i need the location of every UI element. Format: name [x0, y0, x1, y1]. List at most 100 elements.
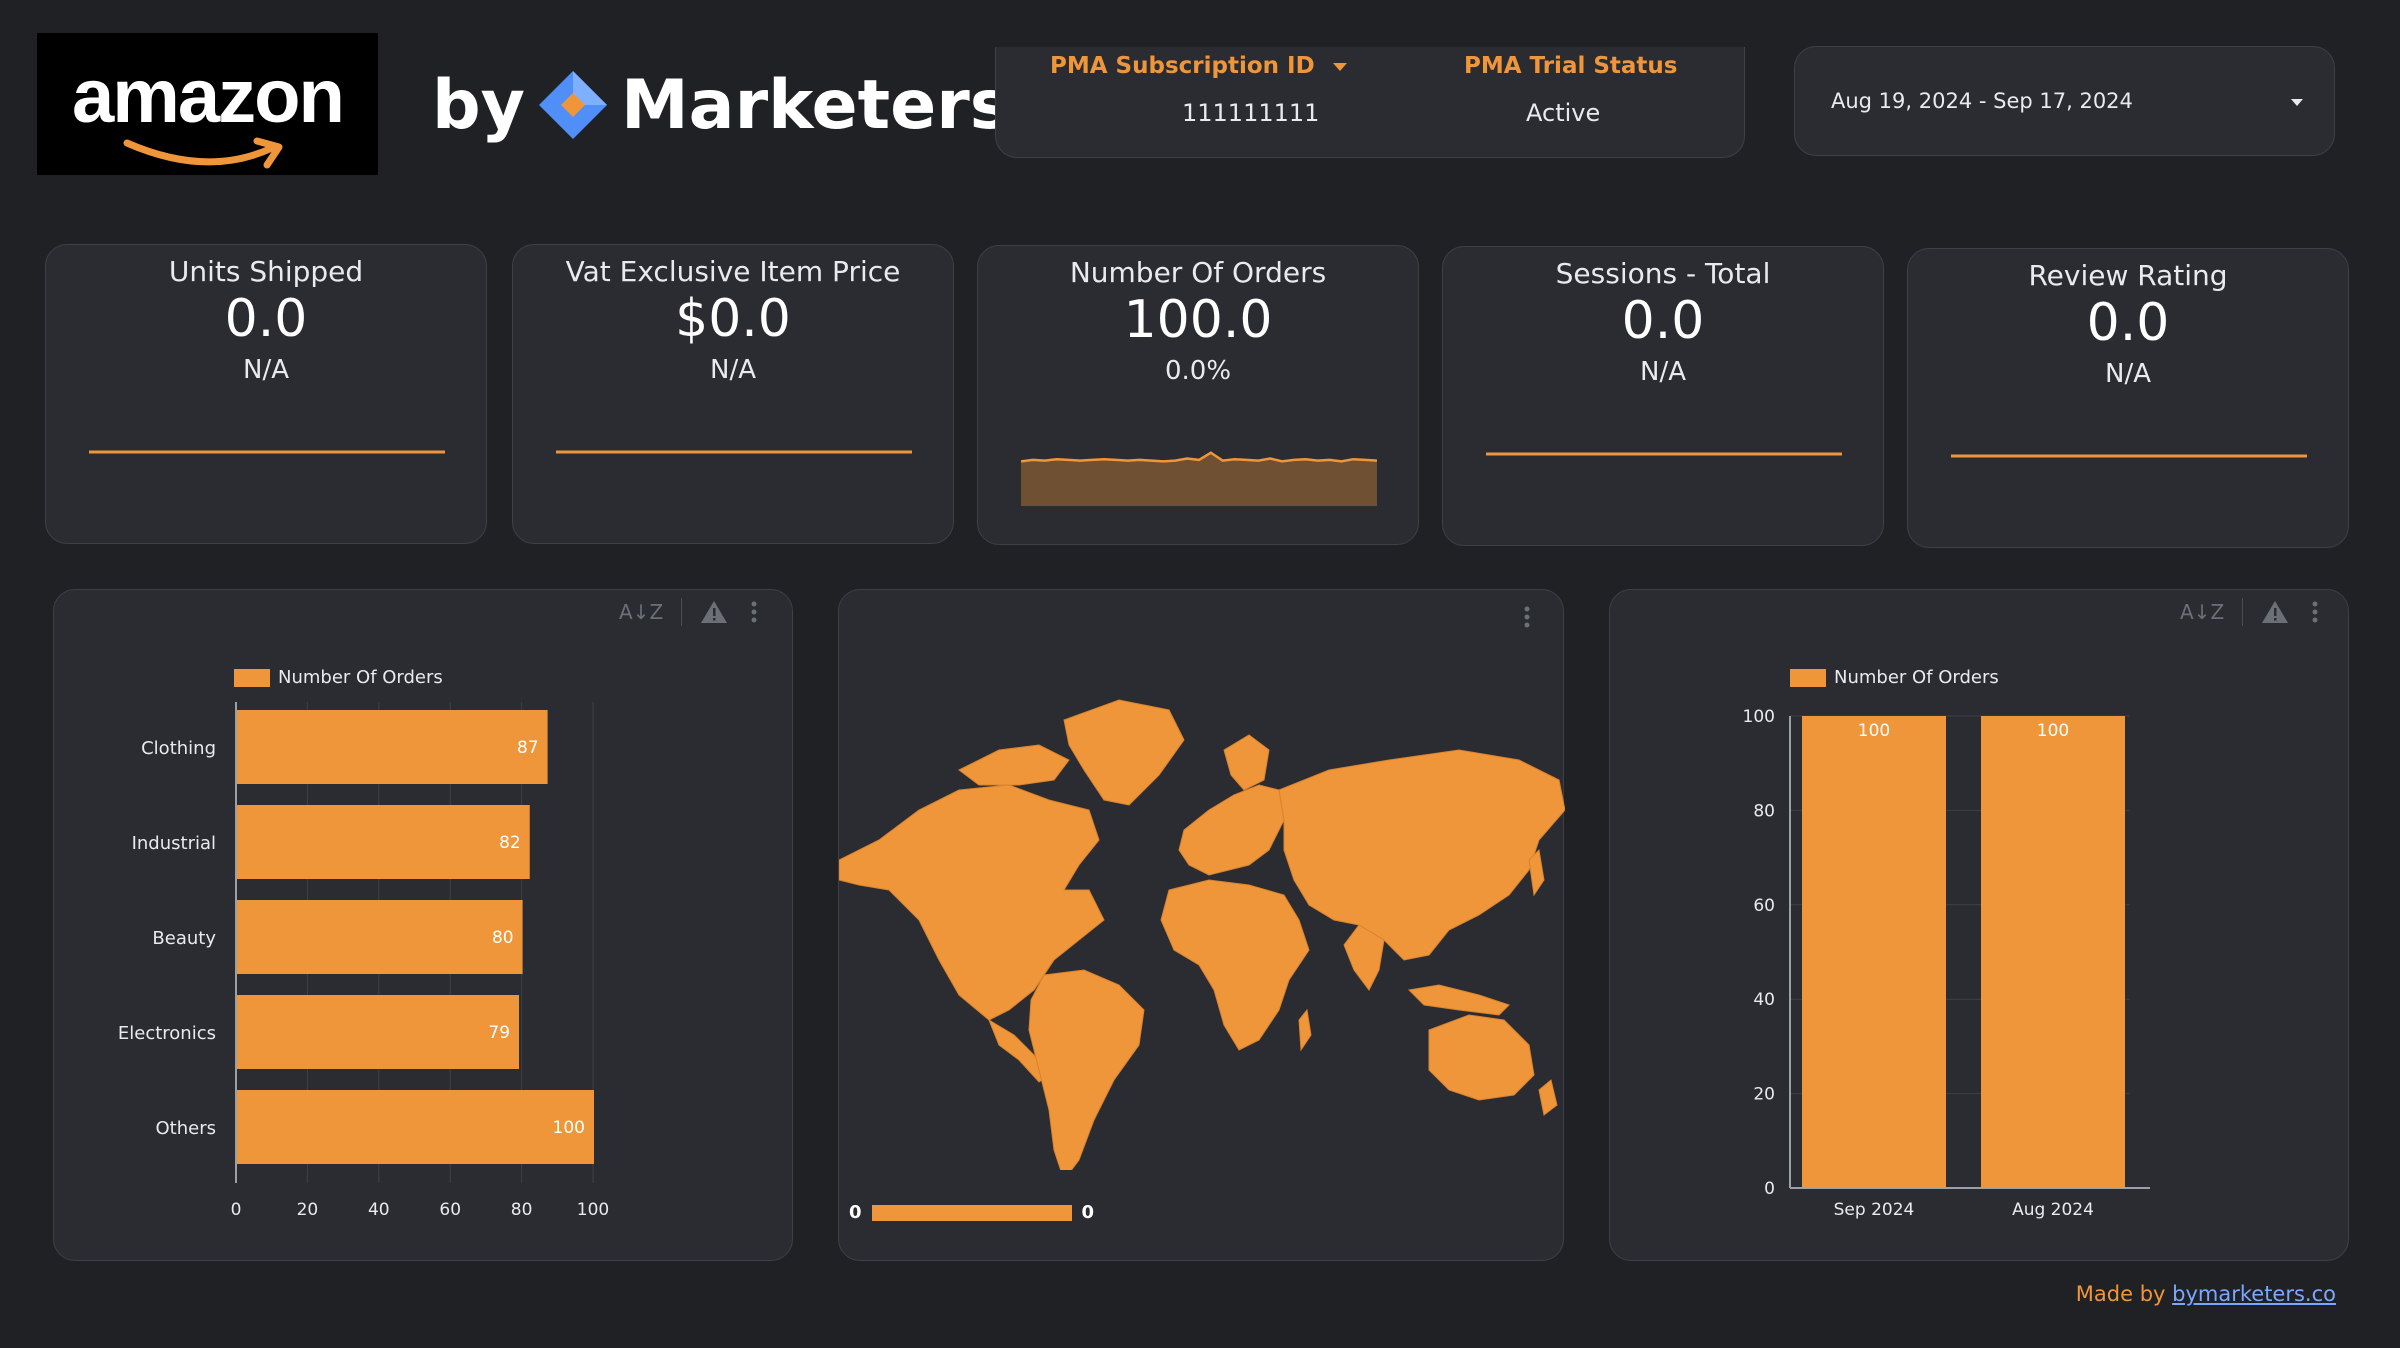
y-tick-label: 80: [1753, 801, 1775, 821]
y-tick-label: 0: [1764, 1179, 1775, 1199]
subscription-id-label[interactable]: PMA Subscription ID: [1050, 53, 1347, 79]
map-asia: [1278, 749, 1565, 961]
kpi-sparkline: [556, 450, 912, 454]
amazon-smile-icon: [123, 137, 283, 169]
dropdown-arrow-icon[interactable]: [2291, 99, 2303, 107]
bar-clothing: [237, 710, 548, 784]
kpi-sparkline: [1486, 452, 1842, 456]
map-indonesia: [1407, 984, 1510, 1016]
map-color-scale: 0 0: [849, 1202, 1094, 1223]
kpi-card-review-rating: Review Rating 0.0 N/A: [1907, 248, 2349, 548]
x-tick-label: Aug 2024: [2012, 1200, 2094, 1220]
x-tick-label: 100: [577, 1200, 609, 1220]
subscription-panel: PMA Subscription ID 111111111 PMA Trial …: [995, 47, 1745, 158]
bar-beauty: [237, 900, 523, 974]
scale-max-label: 0: [1081, 1202, 1095, 1223]
kpi-value: 0.0: [2086, 293, 2170, 353]
kpi-card-units-shipped: Units Shipped 0.0 N/A: [45, 244, 487, 544]
x-tick-label: 40: [368, 1200, 390, 1220]
kpi-change: N/A: [1640, 357, 1686, 387]
bymarketers-logo: by Marketers: [432, 55, 1010, 155]
kpi-card-vat-price: Vat Exclusive Item Price $0.0 N/A: [512, 244, 954, 544]
bar-value-label: 100: [2037, 721, 2069, 741]
map-australia: [1428, 1014, 1535, 1101]
bar-industrial: [237, 805, 530, 879]
brand-by-text: by: [432, 65, 526, 145]
category-label: Industrial: [132, 833, 216, 854]
x-tick-label: Sep 2024: [1834, 1200, 1915, 1220]
subscription-id-value: 111111111: [1182, 99, 1320, 127]
kpi-title: Vat Exclusive Item Price: [565, 255, 901, 288]
bar-value-label: 79: [488, 1023, 510, 1043]
kpi-title: Review Rating: [2028, 259, 2228, 292]
kpi-value: $0.0: [675, 289, 791, 349]
map-canada-islands: [958, 744, 1070, 786]
kpi-value: 0.0: [224, 289, 308, 349]
scale-min-label: 0: [849, 1202, 862, 1223]
bar-electronics: [237, 995, 520, 1069]
monthly-orders-chart-card: A↓Z Number Of Orders 0 20 40 60 80 100 100 Sep …: [1609, 589, 2349, 1261]
trial-status-value: Active: [1526, 99, 1601, 127]
category-label: Others: [156, 1118, 217, 1139]
kpi-change: N/A: [243, 355, 289, 385]
dropdown-arrow-icon[interactable]: [1332, 63, 1347, 73]
kpi-card-number-of-orders: Number Of Orders 100.0 0.0%: [977, 245, 1419, 545]
bar-value-label: 80: [492, 928, 514, 948]
bar-value-label: 82: [499, 833, 521, 853]
category-label: Clothing: [141, 738, 216, 759]
amazon-logo-text: amazon: [72, 54, 345, 139]
bar-value-label: 87: [517, 738, 539, 758]
x-tick-label: 0: [231, 1200, 242, 1220]
amazon-logo: amazon: [37, 33, 378, 175]
kpi-title: Number Of Orders: [1069, 256, 1327, 289]
x-tick-label: 60: [439, 1200, 461, 1220]
y-tick-label: 60: [1753, 896, 1775, 916]
world-map-card: 0 0: [838, 589, 1565, 1261]
kpi-change: N/A: [710, 355, 756, 385]
scale-gradient-bar: [871, 1204, 1072, 1221]
marketers-diamond-icon: [539, 71, 608, 139]
footer-made-by: Made by: [2075, 1282, 2166, 1306]
footer-credit: Made by bymarketers.co: [2076, 1282, 2336, 1306]
map-new-zealand: [1538, 1079, 1558, 1116]
kpi-sparkline: [1951, 454, 2307, 458]
kpi-value: 100.0: [1123, 290, 1273, 350]
map-europe: [1178, 784, 1285, 876]
map-south-america: [1028, 969, 1145, 1170]
more-vert-icon[interactable]: [1523, 604, 1531, 630]
footer-link[interactable]: bymarketers.co: [2172, 1282, 2336, 1306]
bar-others: [237, 1090, 594, 1164]
date-range-picker[interactable]: Aug 19, 2024 - Sep 17, 2024: [1794, 46, 2335, 156]
kpi-change: 0.0%: [1164, 356, 1232, 386]
kpi-title: Units Shipped: [168, 255, 364, 288]
kpi-sparkline: [1021, 451, 1377, 506]
y-tick-label: 100: [1743, 707, 1775, 727]
kpi-card-sessions-total: Sessions - Total 0.0 N/A: [1442, 246, 1884, 546]
sparkline-line: [1021, 451, 1377, 463]
date-range-value: Aug 19, 2024 - Sep 17, 2024: [1831, 89, 2133, 113]
y-tick-label: 40: [1753, 990, 1775, 1010]
trial-status-label: PMA Trial Status: [1464, 53, 1678, 79]
bar-aug-2024: [1981, 716, 2125, 1188]
y-tick-label: 20: [1753, 1085, 1775, 1105]
x-tick-label: 80: [511, 1200, 533, 1220]
map-africa: [1160, 879, 1310, 1051]
bar-value-label: 100: [1858, 721, 1890, 741]
map-scandinavia: [1223, 734, 1270, 791]
monthly-bar-chart: 0 20 40 60 80 100 100 Sep 2024 100 Aug 2024: [1743, 707, 2150, 1220]
map-greenland: [1063, 699, 1185, 806]
kpi-value: 0.0: [1621, 291, 1705, 351]
category-bar-chart: 0 20 40 60 80 100 87 Clothing 82 Industrial 80 Beau…: [118, 702, 609, 1220]
bar-sep-2024: [1802, 716, 1946, 1188]
map-madagascar: [1298, 1008, 1312, 1052]
x-tick-label: 20: [297, 1200, 319, 1220]
brand-name-text: Marketers: [621, 65, 1011, 145]
kpi-sparkline: [89, 450, 445, 454]
category-orders-chart-card: A↓Z Number Of Orders 0 20 40 60 80 100 87 Cloth…: [53, 589, 793, 1261]
kpi-change: N/A: [2105, 359, 2151, 389]
bar-value-label: 100: [553, 1118, 585, 1138]
category-label: Beauty: [152, 928, 216, 949]
kpi-title: Sessions - Total: [1555, 257, 1771, 290]
world-map: [839, 699, 1565, 1170]
category-label: Electronics: [118, 1023, 216, 1044]
